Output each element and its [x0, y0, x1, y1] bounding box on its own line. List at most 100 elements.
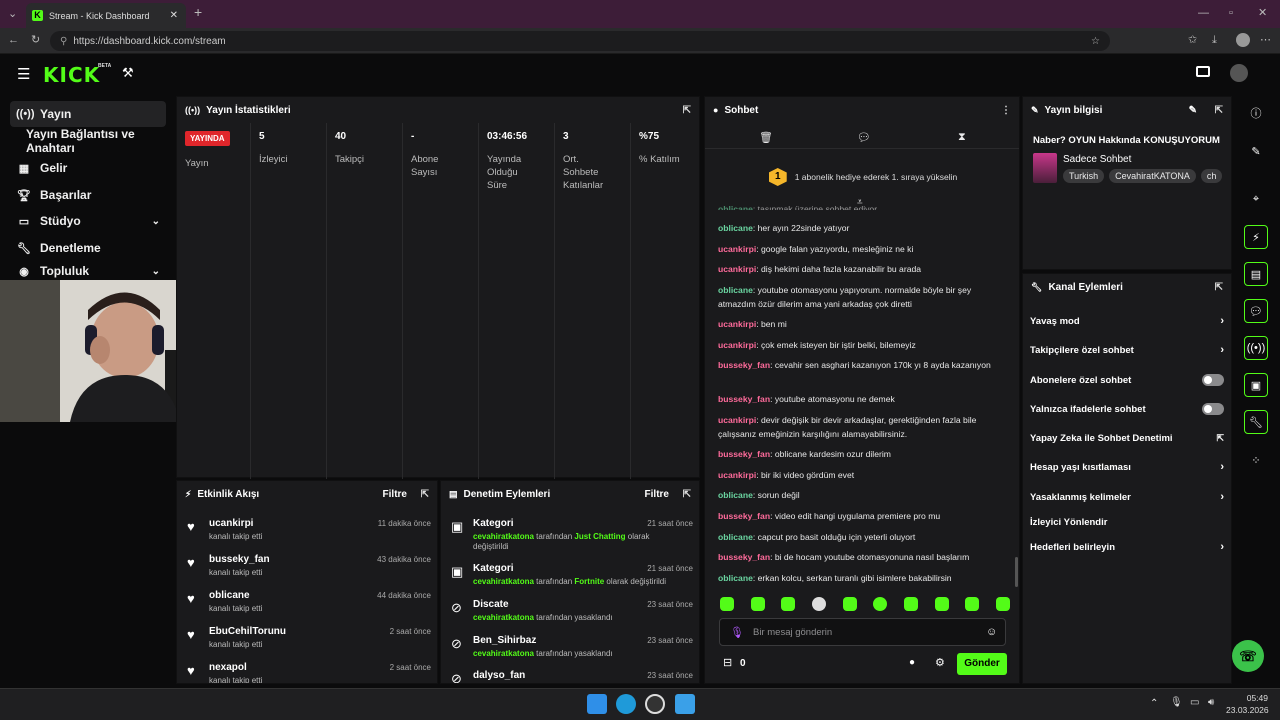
- chat-username[interactable]: oblicane: [718, 223, 753, 233]
- filter-button[interactable]: Filtre: [645, 489, 669, 500]
- pencil-icon[interactable]: ✎: [1244, 139, 1268, 163]
- chat-username[interactable]: oblicane: [718, 285, 753, 295]
- emote-icon[interactable]: [934, 597, 949, 611]
- obs-icon[interactable]: [645, 694, 665, 714]
- event-username[interactable]: EbuCehilTorunu: [209, 626, 286, 637]
- theatre-mode-icon[interactable]: [1196, 66, 1210, 77]
- document-icon[interactable]: ▤: [1244, 262, 1268, 286]
- trash-icon[interactable]: 🗑︎: [759, 131, 773, 144]
- chat-settings-icon[interactable]: 💬︎: [857, 131, 871, 144]
- sidebar-item-studyo[interactable]: ▭ Stüdyo ⌄: [10, 208, 166, 234]
- chat-username[interactable]: oblicane: [718, 490, 753, 500]
- popout-icon[interactable]: ⇱: [1215, 105, 1223, 116]
- points-icon[interactable]: ⊟: [723, 656, 732, 669]
- clock-date[interactable]: 23.03.2026: [1226, 705, 1269, 715]
- back-icon[interactable]: ←: [8, 33, 19, 47]
- favorites-icon[interactable]: ✩: [1188, 33, 1197, 47]
- edit-icon[interactable]: ✎: [1189, 105, 1197, 116]
- broadcast-icon[interactable]: ((•)): [1244, 336, 1268, 360]
- maximize-icon[interactable]: ▫: [1229, 6, 1233, 20]
- edge-browser-icon[interactable]: [616, 694, 636, 714]
- action-ai-moderation[interactable]: Yapay Zeka ile Sohbet Denetimi ⇱: [1030, 428, 1226, 448]
- app-icon[interactable]: [675, 694, 695, 714]
- emote-icon[interactable]: [750, 597, 765, 611]
- kick-logo[interactable]: KICK: [43, 63, 100, 87]
- chat-username[interactable]: ucankirpi: [718, 264, 756, 274]
- chat-username[interactable]: busseky_fan: [718, 360, 770, 370]
- chat-scrollbar[interactable]: [1015, 557, 1018, 587]
- chat-bubble-icon[interactable]: 💬︎: [1244, 299, 1268, 323]
- popout-icon[interactable]: ⇱: [683, 105, 691, 116]
- windows-start-icon[interactable]: [587, 694, 607, 714]
- tray-network-icon[interactable]: ▭: [1190, 697, 1199, 708]
- filter-button[interactable]: Filtre: [383, 489, 407, 500]
- tab-list-icon[interactable]: ⌄: [8, 7, 17, 21]
- tray-mic-icon[interactable]: 🎙︎: [1170, 697, 1183, 708]
- more-icon[interactable]: ⋯: [1260, 33, 1271, 47]
- chat-username[interactable]: busseky_fan: [718, 552, 770, 562]
- url-field[interactable]: ⚲ https://dashboard.kick.com/stream ☆: [50, 31, 1110, 51]
- wrench-icon[interactable]: 🔧︎: [1244, 410, 1268, 434]
- tray-volume-icon[interactable]: 🔊︎: [1208, 697, 1214, 708]
- emote-icon[interactable]: [965, 597, 980, 611]
- favorite-star-icon[interactable]: ☆: [1091, 36, 1100, 47]
- chat-username[interactable]: busseky_fan: [718, 511, 770, 521]
- minimize-icon[interactable]: —: [1198, 6, 1209, 20]
- popout-icon[interactable]: ⇱: [1215, 282, 1223, 293]
- event-username[interactable]: oblicane: [209, 590, 250, 601]
- studio-icon[interactable]: ▣: [1244, 373, 1268, 397]
- chat-username[interactable]: ucankirpi: [718, 415, 756, 425]
- sidebar-item-denetleme[interactable]: 🔧︎ Denetleme: [10, 235, 166, 261]
- popout-icon[interactable]: ⇱: [421, 489, 429, 500]
- action-banned-words[interactable]: Yasaklanmış kelimeler ›: [1030, 487, 1226, 507]
- category-thumbnail[interactable]: [1033, 153, 1057, 183]
- emote-icon[interactable]: [720, 597, 734, 611]
- sidebar-item-topluluk[interactable]: ◉ Topluluk ⌄: [10, 262, 166, 280]
- chat-username[interactable]: ucankirpi: [718, 319, 756, 329]
- site-info-icon[interactable]: ⚲: [60, 36, 67, 47]
- send-button[interactable]: Gönder: [957, 653, 1007, 675]
- emote-icon[interactable]: [811, 597, 826, 611]
- close-tab-icon[interactable]: ✕: [170, 10, 178, 21]
- event-username[interactable]: nexapol: [209, 662, 247, 673]
- tag-chip[interactable]: ch: [1200, 169, 1223, 183]
- chat-username[interactable]: ucankirpi: [718, 244, 756, 254]
- chat-username[interactable]: oblicane: [718, 573, 753, 583]
- emote-icon[interactable]: [842, 597, 857, 611]
- event-username[interactable]: ucankirpi: [209, 518, 253, 529]
- event-username[interactable]: busseky_fan: [209, 554, 270, 565]
- microphone-icon[interactable]: 🎙︎: [730, 626, 744, 639]
- stream-category[interactable]: Sadece Sohbet: [1063, 154, 1131, 165]
- tray-chevron-icon[interactable]: ⌃: [1150, 698, 1158, 709]
- chat-username[interactable]: oblicane: [718, 532, 753, 542]
- chat-input-box[interactable]: 🎙︎ Bir mesaj gönderin ☺: [719, 618, 1006, 646]
- sidebar-item-basarilar[interactable]: 🏆︎ Başarılar: [10, 182, 166, 208]
- sidebar-item-stream-key[interactable]: Yayın Bağlantısı ve Anahtarı: [10, 127, 176, 155]
- tag-chip[interactable]: CevahiratKATONA: [1109, 169, 1196, 183]
- popout-icon[interactable]: ⇱: [683, 489, 691, 500]
- close-window-icon[interactable]: ✕: [1258, 6, 1267, 20]
- action-goals[interactable]: Hedefleri belirleyin ›: [1030, 537, 1226, 557]
- target-icon[interactable]: ⌖: [1244, 187, 1268, 211]
- chat-username[interactable]: ucankirpi: [718, 340, 756, 350]
- clock-time[interactable]: 05:49: [1236, 693, 1268, 703]
- lightning-icon[interactable]: ⚡︎: [1244, 225, 1268, 249]
- action-followers-only[interactable]: Takipçilere özel sohbet ›: [1030, 340, 1226, 360]
- action-account-age[interactable]: Hesap yaşı kısıtlaması ›: [1030, 457, 1226, 477]
- subscribers-only-toggle[interactable]: [1202, 374, 1224, 386]
- sidebar-item-yayin[interactable]: ((•)) Yayın: [10, 101, 166, 127]
- refresh-icon[interactable]: ↻: [31, 33, 40, 47]
- chat-username[interactable]: busseky_fan: [718, 449, 770, 459]
- tool-hammer-icon[interactable]: ⚒: [122, 65, 134, 81]
- info-icon[interactable]: ⓘ: [1244, 101, 1268, 125]
- browser-tab[interactable]: K Stream - Kick Dashboard ✕: [26, 3, 186, 28]
- action-raid[interactable]: İzleyici Yönlendir: [1030, 512, 1226, 532]
- chat-username[interactable]: busseky_fan: [718, 394, 770, 404]
- emote-icon[interactable]: [781, 597, 796, 611]
- emote-icon[interactable]: [995, 597, 1010, 611]
- emote-icon[interactable]: [903, 597, 918, 611]
- emote-only-toggle[interactable]: [1202, 403, 1224, 415]
- profile-avatar[interactable]: [1236, 33, 1250, 47]
- support-chat-button[interactable]: ☏: [1232, 640, 1264, 672]
- emoji-icon[interactable]: ☺: [986, 626, 997, 638]
